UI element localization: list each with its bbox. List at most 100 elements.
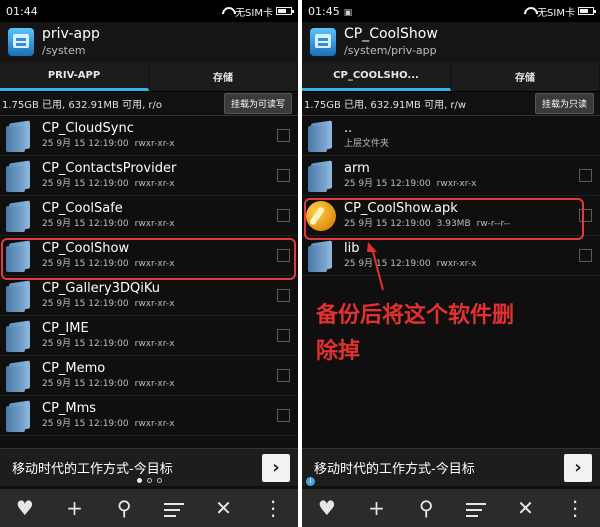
wifi-icon	[524, 7, 534, 15]
file-name: CP_ContactsProvider	[42, 160, 177, 176]
file-perm: rwxr-xr-x	[134, 338, 175, 349]
tab-priv-app[interactable]: PRIV-APP	[0, 62, 149, 91]
status-right: 无SIM卡	[222, 4, 294, 19]
tab-storage[interactable]: 存储	[149, 62, 298, 91]
file-checkbox[interactable]	[277, 329, 290, 342]
folder-icon	[6, 320, 32, 352]
sim-status: 无SIM卡	[235, 7, 273, 19]
parent-folder-row[interactable]: .. 上层文件夹	[302, 116, 600, 156]
bottom-toolbar: ♥ + ⚲ ✕ ⋮	[0, 489, 298, 527]
battery-icon	[276, 7, 294, 15]
file-date: 25 9月 15 12:19:00	[42, 258, 129, 269]
annotation-text: 备份后将这个软件删 除掉	[316, 298, 576, 370]
folder-icon	[6, 360, 32, 392]
file-checkbox[interactable]	[277, 249, 290, 262]
more-icon[interactable]: ⋮	[258, 489, 288, 527]
storage-info: 1.75GB 已用, 632.91MB 可用, r/w	[304, 100, 467, 111]
storage-info-bar: 1.75GB 已用, 632.91MB 可用, r/o 挂载为可读写	[0, 92, 298, 116]
file-perm: rw-r--r--	[476, 218, 511, 229]
status-bar: 01:45 ▣ 无SIM卡	[302, 0, 600, 22]
file-row[interactable]: CP_Memo 25 9月 15 12:19:00 rwxr-xr-x	[0, 356, 298, 396]
file-row-coolshow[interactable]: CP_CoolShow 25 9月 15 12:19:00 rwxr-xr-x	[0, 236, 298, 276]
file-name: CP_Gallery3DQiKu	[42, 280, 160, 296]
file-list: .. 上层文件夹 arm 25 9月 15 12:19:00 rwxr-xr-x …	[302, 116, 600, 436]
file-row[interactable]: lib 25 9月 15 12:19:00 rwxr-xr-x	[302, 236, 600, 276]
file-checkbox[interactable]	[579, 249, 592, 262]
file-date: 25 9月 15 12:19:00	[42, 298, 129, 309]
ad-text: 移动时代的工作方式-今目标	[12, 462, 173, 477]
file-checkbox[interactable]	[277, 289, 290, 302]
info-icon[interactable]: i	[306, 477, 315, 486]
file-row[interactable]: CP_ContactsProvider 25 9月 15 12:19:00 rwx…	[0, 156, 298, 196]
left-screen: 01:44 无SIM卡 priv-app /system PRIV-APP 存储…	[0, 0, 298, 527]
tab-storage[interactable]: 存储	[451, 62, 600, 91]
folder-path: /system/priv-app	[344, 43, 437, 57]
tab-cp-coolshow[interactable]: CP_COOLSHO...	[302, 62, 451, 91]
file-date: 25 9月 15 12:19:00	[42, 418, 129, 429]
sort-icon[interactable]	[461, 489, 491, 527]
file-perm: rwxr-xr-x	[134, 218, 175, 229]
file-checkbox[interactable]	[579, 209, 592, 222]
file-perm: rwxr-xr-x	[436, 178, 477, 189]
search-icon[interactable]: ⚲	[109, 489, 139, 527]
file-manager-icon[interactable]	[8, 28, 34, 56]
file-name: arm	[344, 160, 370, 176]
storage-info: 1.75GB 已用, 632.91MB 可用, r/o	[2, 100, 163, 111]
file-checkbox[interactable]	[277, 409, 290, 422]
page-indicator	[0, 478, 298, 483]
file-perm: rwxr-xr-x	[134, 258, 175, 269]
search-icon[interactable]: ⚲	[411, 489, 441, 527]
file-checkbox[interactable]	[277, 169, 290, 182]
file-row[interactable]: CP_Gallery3DQiKu 25 9月 15 12:19:00 rwxr-x…	[0, 276, 298, 316]
folder-icon	[308, 120, 334, 152]
file-perm: rwxr-xr-x	[436, 258, 477, 269]
sort-icon[interactable]	[159, 489, 189, 527]
heart-icon[interactable]: ♥	[312, 489, 342, 527]
file-manager-icon[interactable]	[310, 28, 336, 56]
file-row[interactable]: CP_CoolSafe 25 9月 15 12:19:00 rwxr-xr-x	[0, 196, 298, 236]
ad-banner[interactable]: 移动时代的工作方式-今目标 › i	[302, 448, 600, 486]
parent-label: 上层文件夹	[344, 138, 390, 149]
mount-rw-button[interactable]: 挂载为可读写	[223, 93, 292, 114]
tab-bar: PRIV-APP 存储	[0, 62, 298, 92]
annotation-line1: 备份后将这个软件删	[316, 303, 515, 328]
file-row[interactable]: CP_Mms 25 9月 15 12:19:00 rwxr-xr-x	[0, 396, 298, 436]
file-checkbox[interactable]	[277, 129, 290, 142]
file-date: 25 9月 15 12:19:00	[42, 138, 129, 149]
file-name: CP_Mms	[42, 400, 97, 416]
app-bar: CP_CoolShow /system/priv-app	[302, 22, 600, 62]
file-row[interactable]: CP_IME 25 9月 15 12:19:00 rwxr-xr-x	[0, 316, 298, 356]
file-row[interactable]: arm 25 9月 15 12:19:00 rwxr-xr-x	[302, 156, 600, 196]
folder-icon	[308, 160, 334, 192]
bottom-toolbar: ♥ + ⚲ ✕ ⋮	[302, 489, 600, 527]
heart-icon[interactable]: ♥	[10, 489, 40, 527]
page-dot	[136, 478, 142, 483]
folder-title: CP_CoolShow	[344, 26, 438, 43]
mount-ro-button[interactable]: 挂载为只读	[534, 93, 594, 114]
apk-app-icon	[306, 200, 336, 231]
wifi-icon	[222, 7, 232, 15]
battery-icon	[578, 7, 596, 15]
file-checkbox[interactable]	[579, 169, 592, 182]
plus-icon[interactable]: +	[361, 489, 391, 527]
file-row-apk[interactable]: CP_CoolShow.apk 25 9月 15 12:19:00 3.93MB r…	[302, 196, 600, 236]
file-date: 25 9月 15 12:19:00	[42, 178, 129, 189]
folder-icon	[6, 200, 32, 232]
file-name: CP_Memo	[42, 360, 106, 376]
file-checkbox[interactable]	[277, 209, 290, 222]
more-icon[interactable]: ⋮	[560, 489, 590, 527]
file-date: 25 9月 15 12:19:00	[42, 218, 129, 229]
file-row[interactable]: CP_CloudSync 25 9月 15 12:19:00 rwxr-xr-x	[0, 116, 298, 156]
chevron-right-icon[interactable]: ›	[564, 453, 592, 482]
close-icon[interactable]: ✕	[208, 489, 238, 527]
storage-info-bar: 1.75GB 已用, 632.91MB 可用, r/w 挂载为只读	[302, 92, 600, 116]
file-name: CP_CoolShow	[42, 240, 130, 256]
plus-icon[interactable]: +	[59, 489, 89, 527]
status-right: 无SIM卡	[524, 4, 596, 19]
close-icon[interactable]: ✕	[510, 489, 540, 527]
file-name: CP_IME	[42, 320, 89, 336]
folder-icon	[6, 240, 32, 272]
sim-status: 无SIM卡	[537, 7, 575, 19]
file-checkbox[interactable]	[277, 369, 290, 382]
page-dot	[156, 478, 162, 483]
